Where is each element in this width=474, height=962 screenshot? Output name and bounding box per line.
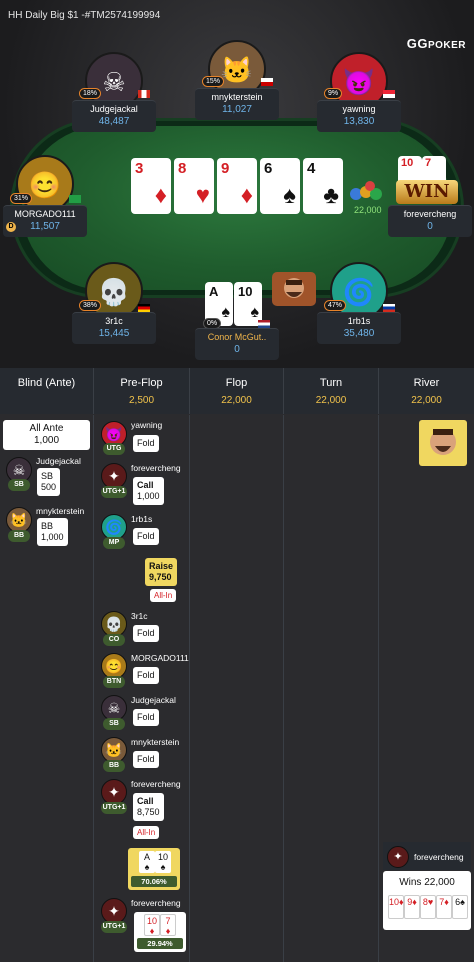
- action-box: Fold: [133, 435, 159, 452]
- player-name: forevercheng: [131, 779, 181, 789]
- hero-avatar[interactable]: [272, 272, 316, 306]
- winner-box: Wins 22,000 10♦ 9♦ 8♥ 7♦ 6♠: [383, 871, 471, 930]
- player-name: 3r1c: [131, 611, 148, 621]
- column-header-blind: Blind (Ante): [0, 368, 94, 414]
- position-badge: BTN: [103, 676, 125, 688]
- column-header-preflop: Pre-Flop 2,500: [94, 368, 190, 414]
- position-badge: BB: [8, 530, 30, 542]
- column-header-turn: Turn 22,000: [284, 368, 379, 414]
- position-badge: UTG+1: [101, 921, 127, 933]
- action-box: BB 1,000: [37, 518, 68, 546]
- position-badge: UTG+1: [101, 802, 127, 814]
- allin-tag: All-In: [150, 589, 177, 602]
- action-box: Call 1,000: [133, 477, 164, 505]
- position-badge: SB: [8, 479, 30, 491]
- action-box: Fold: [133, 625, 159, 642]
- player-name: yawning: [131, 420, 163, 430]
- table-view: HH Daily Big $1 -#TM2574199994 GGPOKER ☠…: [0, 0, 474, 368]
- position-badge: SB: [103, 718, 125, 730]
- player-box[interactable]: Conor McGut.. 0: [195, 328, 279, 360]
- winner-name: forevercheng: [414, 852, 464, 862]
- board-card: 4 ♣: [303, 158, 343, 214]
- column-header-river: River 22,000: [379, 368, 474, 414]
- hero-avatar: [419, 420, 467, 466]
- flag-icon: [138, 304, 150, 312]
- player-box[interactable]: 3r1c 15,445: [72, 312, 156, 344]
- ante-box: All Ante 1,000: [3, 420, 90, 450]
- player-box[interactable]: forevercheng 0: [388, 205, 472, 237]
- equity-badge: 15%: [202, 76, 225, 87]
- player-box[interactable]: Judgejackal 48,487: [72, 100, 156, 132]
- position-badge: CO: [103, 634, 125, 646]
- board-card: 8 ♥: [174, 158, 214, 214]
- win-badge: WIN: [396, 180, 458, 204]
- winning-hand-card: 7♦: [436, 895, 452, 919]
- hand-history-columns: Blind (Ante) Pre-Flop 2,500 Flop 22,000 Tu…: [0, 368, 474, 962]
- villain-equity-box: 10 ♦ 7 ♦ 29.94%: [134, 912, 186, 952]
- flag-icon: [261, 78, 273, 86]
- winning-hand-card: 8♥: [420, 895, 436, 919]
- position-badge: UTG+1: [101, 486, 127, 498]
- action-box: Call 8,750: [133, 793, 164, 821]
- player-box[interactable]: yawning 13,830: [317, 100, 401, 132]
- position-badge: BB: [103, 760, 125, 772]
- pot-chips-icon: [348, 180, 388, 204]
- player-name: forevercheng: [131, 898, 181, 908]
- wins-amount: Wins 22,000: [399, 877, 455, 888]
- board-card: 3 ♦: [131, 158, 171, 214]
- winning-hand-card: 6♠: [452, 895, 468, 919]
- equity-badge: 47%: [324, 300, 347, 311]
- winning-hand-card: 9♦: [404, 895, 420, 919]
- equity-value: 70.06%: [131, 876, 177, 887]
- winning-hand-card: 10♦: [388, 895, 404, 919]
- action-box: SB 500: [37, 468, 61, 496]
- pot-amount: 22,000: [354, 205, 382, 215]
- position-badge: UTG: [103, 443, 125, 455]
- player-box[interactable]: 1rb1s 35,480: [317, 312, 401, 344]
- position-badge: MP: [103, 537, 125, 549]
- flag-icon: [69, 195, 81, 203]
- player-name: MORGADO111: [131, 653, 189, 663]
- flag-icon: [138, 90, 150, 98]
- action-box: Fold: [133, 751, 159, 768]
- equity-value: 29.94%: [137, 938, 183, 949]
- flag-icon: [383, 90, 395, 98]
- equity-badge: 18%: [79, 88, 102, 99]
- column-header-flop: Flop 22,000: [190, 368, 284, 414]
- player-name: forevercheng: [131, 463, 181, 473]
- player-name: mnykterstein: [131, 737, 180, 747]
- tournament-title: HH Daily Big $1 -#TM2574199994: [8, 10, 161, 21]
- action-box: Fold: [133, 709, 159, 726]
- avatar: ✦: [387, 846, 409, 868]
- raise-action-box: Raise 9,750: [145, 558, 178, 586]
- ggpoker-logo: GGPOKER: [406, 36, 466, 51]
- equity-badge: 9%: [324, 88, 343, 99]
- player-name: 1rb1s: [131, 514, 153, 524]
- player-name: Judgejackal: [131, 695, 176, 705]
- player-name: Judgejackal: [36, 456, 81, 466]
- player-box[interactable]: MORGADO111 11,507: [3, 205, 87, 237]
- dealer-button: D: [6, 222, 16, 232]
- allin-tag: All-In: [133, 826, 160, 839]
- hero-equity-box: A ♠ 10 ♠ 70.06%: [128, 848, 180, 890]
- equity-badge: 31%: [10, 193, 33, 204]
- action-box: Fold: [133, 667, 159, 684]
- action-box: Fold: [133, 528, 159, 545]
- board-card: 6 ♠: [260, 158, 300, 214]
- board-card: 9 ♦: [217, 158, 257, 214]
- player-name: mnykterstein: [36, 506, 85, 516]
- flag-icon: [383, 304, 395, 312]
- equity-badge: 38%: [79, 300, 102, 311]
- flag-icon: [258, 320, 270, 328]
- player-box[interactable]: mnykterstein 11,027: [195, 88, 279, 120]
